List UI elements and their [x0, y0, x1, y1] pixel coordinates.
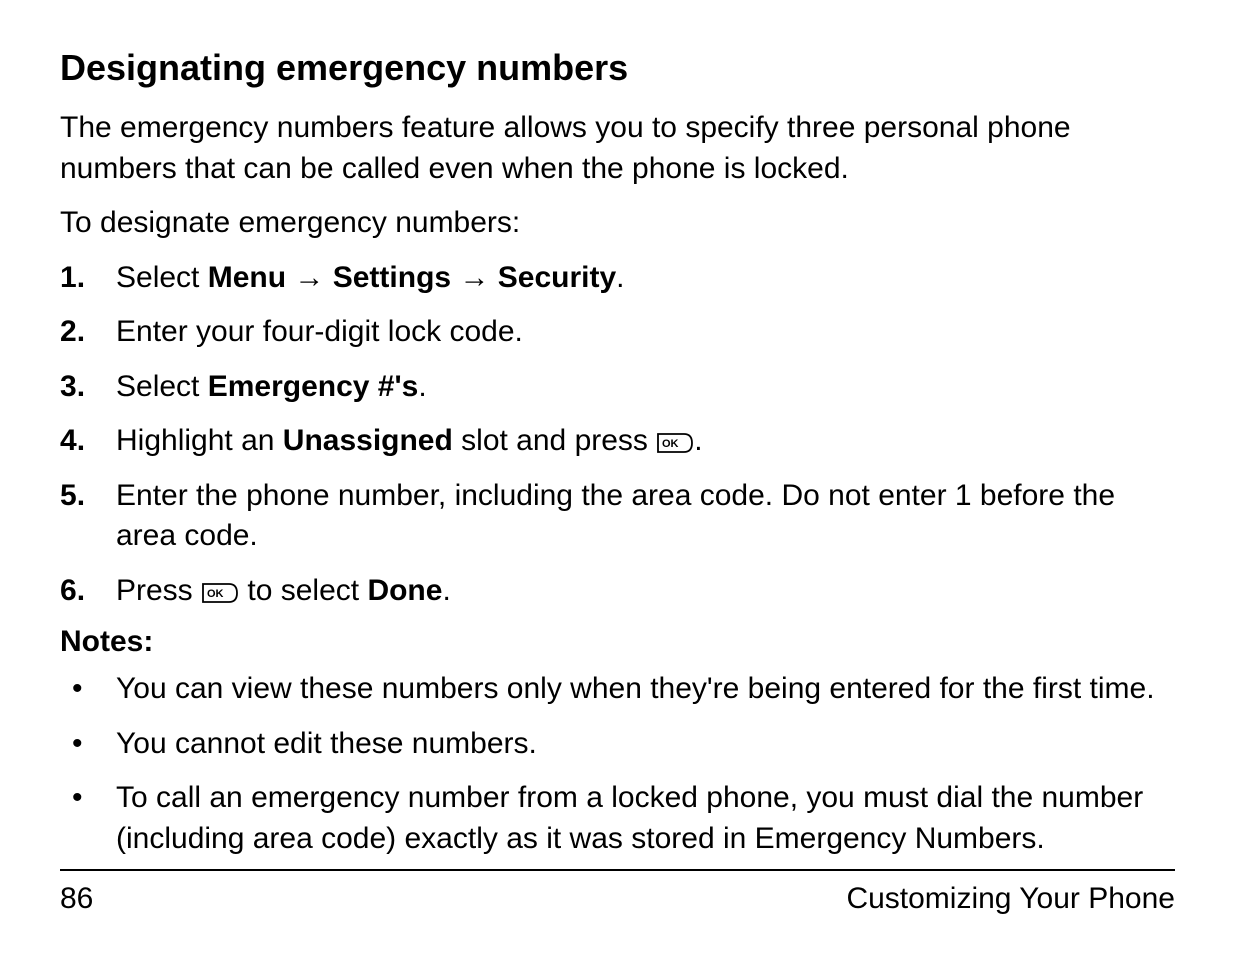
arrow-icon: →: [459, 261, 489, 294]
lead-in-text: To designate emergency numbers:: [60, 203, 1175, 244]
note-item: You cannot edit these numbers.: [60, 724, 1175, 765]
settings-label: Settings: [333, 261, 451, 294]
security-label: Security: [498, 261, 616, 294]
step-3: Select Emergency #'s.: [60, 367, 1175, 408]
footer-divider: [60, 869, 1175, 871]
note-item: You can view these numbers only when the…: [60, 669, 1175, 710]
footer-row: 86 Customizing Your Phone: [60, 879, 1175, 918]
note-item: To call an emergency number from a locke…: [60, 778, 1175, 859]
arrow-icon: →: [294, 261, 324, 294]
section-heading: Designating emergency numbers: [60, 45, 1175, 90]
step-2: Enter your four-digit lock code.: [60, 312, 1175, 353]
document-page: Designating emergency numbers The emerge…: [0, 0, 1235, 954]
step-text: to select: [239, 574, 367, 607]
step-4: Highlight an Unassigned slot and press O…: [60, 421, 1175, 462]
step-text: Highlight an: [116, 424, 283, 457]
ok-key-icon: OK: [656, 432, 694, 454]
step-text: slot and press: [453, 424, 656, 457]
steps-list: Select Menu → Settings → Security. Enter…: [60, 258, 1175, 612]
step-1: Select Menu → Settings → Security.: [60, 258, 1175, 299]
emergency-numbers-label: Emergency #'s: [208, 370, 419, 403]
step-text: Enter your four-digit lock code.: [116, 315, 523, 348]
step-text: Select: [116, 261, 208, 294]
notes-heading: Notes:: [60, 625, 1175, 659]
done-label: Done: [367, 574, 442, 607]
menu-label: Menu: [208, 261, 286, 294]
step-text: Press: [116, 574, 201, 607]
unassigned-label: Unassigned: [283, 424, 453, 457]
notes-list: You can view these numbers only when the…: [60, 669, 1175, 859]
step-text: .: [616, 261, 624, 294]
step-6: Press OK to select Done.: [60, 571, 1175, 612]
step-text: .: [418, 370, 426, 403]
step-5: Enter the phone number, including the ar…: [60, 476, 1175, 557]
page-footer: 86 Customizing Your Phone: [60, 869, 1175, 918]
section-name: Customizing Your Phone: [846, 879, 1175, 918]
ok-key-icon: OK: [201, 582, 239, 604]
intro-paragraph: The emergency numbers feature allows you…: [60, 108, 1175, 189]
step-text: .: [694, 424, 702, 457]
step-text: Enter the phone number, including the ar…: [116, 479, 1115, 553]
svg-text:OK: OK: [207, 588, 224, 600]
step-text: .: [442, 574, 450, 607]
page-number: 86: [60, 879, 93, 918]
svg-text:OK: OK: [662, 438, 679, 450]
step-text: Select: [116, 370, 208, 403]
